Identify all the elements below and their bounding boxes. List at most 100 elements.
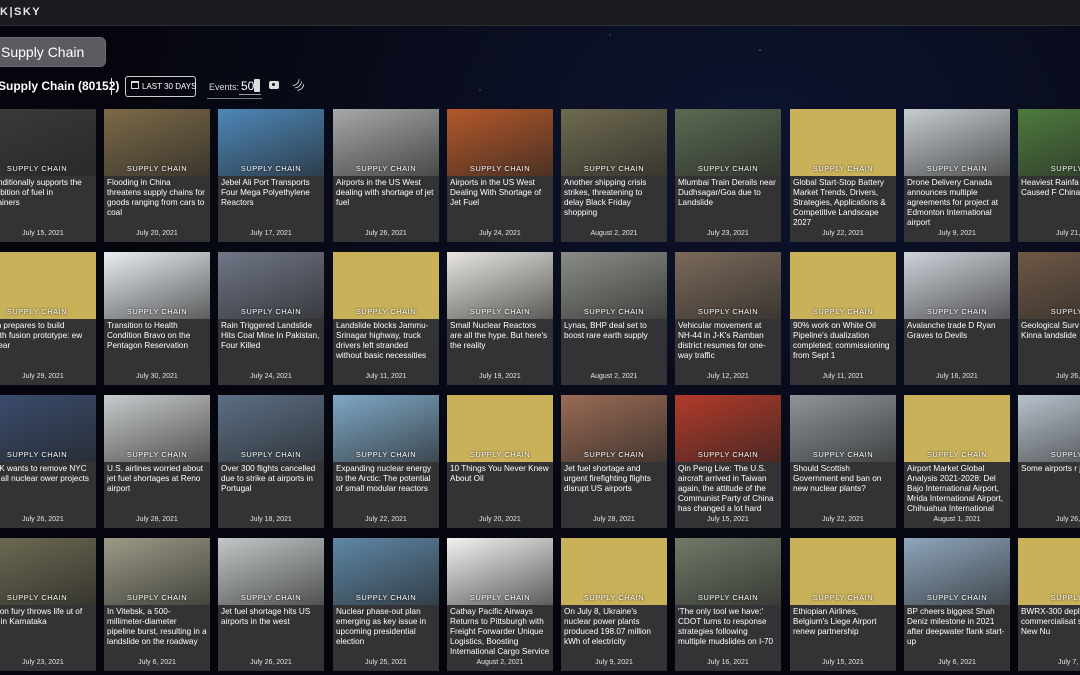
news-card[interactable]: SUPPLY CHAIN Avalanche trade D Ryan Grave… xyxy=(904,252,1010,385)
news-title[interactable]: Nuclear phase-out plan emerging as key i… xyxy=(336,607,436,647)
news-card[interactable]: SUPPLY CHAIN 90% work on White Oil Pipeli… xyxy=(790,252,896,385)
section-button[interactable]: Supply Chain xyxy=(0,37,106,67)
news-card[interactable]: SUPPLY CHAIN On July 8, Ukraine's nuclear… xyxy=(561,538,667,671)
news-card[interactable]: SUPPLY CHAIN Should Scottish Government e… xyxy=(790,395,896,528)
news-date: July 22, 2021 xyxy=(822,230,864,237)
news-card[interactable]: SUPPLY CHAIN he UK wants to remove NYC fr… xyxy=(0,395,96,528)
events-count-value: 50 xyxy=(241,79,255,93)
news-card[interactable]: SUPPLY CHAIN BP cheers biggest Shah Deniz… xyxy=(904,538,1010,671)
news-title[interactable]: Jet fuel shortage and urgent firefightin… xyxy=(564,464,664,494)
news-title[interactable]: he UK wants to remove NYC from all nucle… xyxy=(0,464,90,484)
news-title[interactable]: A conditionally supports the prohibition… xyxy=(0,178,90,208)
news-date: July 6, 2021 xyxy=(138,659,176,666)
news-title[interactable]: Mlumbai Train Derails near Dudhsagar/Goa… xyxy=(678,178,778,208)
news-title[interactable]: Airports in the US West Dealing With Sho… xyxy=(450,178,550,208)
news-title[interactable]: Qin Peng Live: The U.S. aircraft arrived… xyxy=(678,464,778,514)
news-title[interactable]: Flooding in China threatens supply chain… xyxy=(107,178,207,218)
news-title[interactable]: Ethiopian Airlines, Belgium's Liege Airp… xyxy=(793,607,893,637)
news-title[interactable]: 90% work on White Oil Pipeline's dualiza… xyxy=(793,321,893,361)
news-title[interactable]: U.S. airlines worried about jet fuel sho… xyxy=(107,464,207,494)
news-card[interactable]: SUPPLY CHAIN Landslide blocks Jammu-Srina… xyxy=(333,252,439,385)
news-card[interactable]: SUPPLY CHAIN onsoon fury throws life ut o… xyxy=(0,538,96,671)
news-card[interactable]: SUPPLY CHAIN 10 Things You Never Knew Abo… xyxy=(447,395,553,528)
news-card[interactable]: SUPPLY CHAIN Jebel Ali Port Transports Fo… xyxy=(218,109,324,242)
news-title[interactable]: Transition to Health Condition Bravo on … xyxy=(107,321,207,351)
events-count-input[interactable]: 50 xyxy=(239,78,261,95)
toolbar-divider xyxy=(111,78,112,95)
news-title[interactable]: Heaviest Rainfa Years Caused F China's H… xyxy=(1021,178,1080,198)
news-title[interactable]: Geological Surv to inspect Kinna landsli… xyxy=(1021,321,1080,341)
news-card[interactable]: SUPPLY CHAIN Cathay Pacific Airways Retur… xyxy=(447,538,553,671)
news-title[interactable]: 'The only tool we have:' CDOT turns to r… xyxy=(678,607,778,647)
news-date: July 16, 2021 xyxy=(707,659,749,666)
news-card[interactable]: SUPPLY C Geological Surv to inspect Kinna… xyxy=(1018,252,1080,385)
news-card[interactable]: SUPPLY CHAIN Nuclear phase-out plan emerg… xyxy=(333,538,439,671)
news-title[interactable]: BP cheers biggest Shah Deniz milestone i… xyxy=(907,607,1007,647)
news-card[interactable]: SUPPLY CHAIN In Vitebsk, a 500-millimeter… xyxy=(104,538,210,671)
news-card[interactable]: SUPPLY CHAIN Over 300 flights cancelled d… xyxy=(218,395,324,528)
news-title[interactable]: 10 Things You Never Knew About Oil xyxy=(450,464,550,484)
news-card[interactable]: SUPPLY CHAIN Mlumbai Train Derails near D… xyxy=(675,109,781,242)
news-card[interactable]: SUPPLY CHAIN Ethiopian Airlines, Belgium'… xyxy=(790,538,896,671)
news-title[interactable]: Some airports r jet fuel xyxy=(1021,464,1080,474)
news-card[interactable]: SUPPLY CHAIN Jet fuel shortage hits US ai… xyxy=(218,538,324,671)
news-title[interactable]: BWRX-300 deplo commercialisat signed: Ne… xyxy=(1021,607,1080,637)
news-card[interactable]: SUPPLY CHAIN Qin Peng Live: The U.S. airc… xyxy=(675,395,781,528)
news-card[interactable]: SUPPLY CHAIN Drone Delivery Canada announ… xyxy=(904,109,1010,242)
news-title[interactable]: onsoon fury throws life ut of gear in Ka… xyxy=(0,607,90,627)
news-title[interactable]: lelion prepares to build eventh fusion p… xyxy=(0,321,90,351)
news-card[interactable]: SUPPLY CHAIN Another shipping crisis stri… xyxy=(561,109,667,242)
news-card[interactable]: SUPPLY CHAIN A conditionally supports the… xyxy=(0,109,96,242)
news-card[interactable]: SUPPLY CHAIN Expanding nuclear energy to … xyxy=(333,395,439,528)
news-title[interactable]: Lynas, BHP deal set to boost rare earth … xyxy=(564,321,664,341)
rss-icon[interactable]: ))) xyxy=(292,78,307,93)
news-date: July 21, 2 xyxy=(1056,230,1080,237)
news-title[interactable]: Rain Triggered Landslide Hits Coal Mine … xyxy=(221,321,321,351)
news-card[interactable]: SUPPLY CHAIN Rain Triggered Landslide Hit… xyxy=(218,252,324,385)
news-card[interactable]: SUPPLY CHAIN Flooding in China threatens … xyxy=(104,109,210,242)
news-card[interactable]: SUPPLY CHAIN Small Nuclear Reactors are a… xyxy=(447,252,553,385)
news-card[interactable]: SUPPLY CHAIN Jet fuel shortage and urgent… xyxy=(561,395,667,528)
news-card[interactable]: SUPPLY CHAIN Global Start-Stop Battery Ma… xyxy=(790,109,896,242)
toolbar: Supply Chain (80152) LAST 30 DAYS Events… xyxy=(0,76,400,99)
news-card[interactable]: SUPPLY CHAIN Airports in the US West deal… xyxy=(333,109,439,242)
news-title[interactable]: Landslide blocks Jammu-Srinagar highway,… xyxy=(336,321,436,361)
news-title[interactable]: Expanding nuclear energy to the Arctic: … xyxy=(336,464,436,494)
category-label: SUPPLY CHAIN xyxy=(469,450,531,459)
news-card[interactable]: SUPPLY CHAIN Lynas, BHP deal set to boost… xyxy=(561,252,667,385)
news-title[interactable]: Drone Delivery Canada announces multiple… xyxy=(907,178,1007,228)
news-title[interactable]: Small Nuclear Reactors are all the hype.… xyxy=(450,321,550,351)
camera-icon[interactable] xyxy=(269,81,279,89)
news-title[interactable]: Global Start-Stop Battery Market Trends,… xyxy=(793,178,893,228)
date-range-label: LAST 30 DAYS xyxy=(142,82,197,91)
news-title[interactable]: Cathay Pacific Airways Returns to Pittsb… xyxy=(450,607,550,657)
news-card[interactable]: SUPPLY C Some airports r jet fuel July 26,… xyxy=(1018,395,1080,528)
news-title[interactable]: Over 300 flights cancelled due to strike… xyxy=(221,464,321,494)
news-title[interactable]: Airport Market Global Analysis 2021-2028… xyxy=(907,464,1007,514)
news-title[interactable]: Should Scottish Government end ban on ne… xyxy=(793,464,893,494)
news-card[interactable]: SUPPLY CHAIN U.S. airlines worried about … xyxy=(104,395,210,528)
news-card[interactable]: SUPPLY CHAIN Transition to Health Conditi… xyxy=(104,252,210,385)
news-title[interactable]: Another shipping crisis strikes, threate… xyxy=(564,178,664,218)
news-card[interactable]: SUPPLY CHAIN lelion prepares to build eve… xyxy=(0,252,96,385)
news-card[interactable]: SUPPLY CHAIN Airports in the US West Deal… xyxy=(447,109,553,242)
app-logo[interactable]: K|SKY xyxy=(0,6,41,18)
news-card[interactable]: SUPPLY CHAIN Airport Market Global Analys… xyxy=(904,395,1010,528)
category-label: SUPPLY CHAIN xyxy=(812,307,874,316)
news-card[interactable]: SUPPLY CHAIN Vehicular movement at NH-44 … xyxy=(675,252,781,385)
news-title[interactable]: Jebel Ali Port Transports Four Mega Poly… xyxy=(221,178,321,208)
news-card[interactable]: SUPPLY CHAIN 'The only tool we have:' CDO… xyxy=(675,538,781,671)
news-card[interactable]: SUPPLY C BWRX-300 deplo commercialisat si… xyxy=(1018,538,1080,671)
news-title[interactable]: Jet fuel shortage hits US airports in th… xyxy=(221,607,321,627)
date-range-button[interactable]: LAST 30 DAYS xyxy=(125,76,196,97)
news-card[interactable]: SUPPLY C Heaviest Rainfa Years Caused F C… xyxy=(1018,109,1080,242)
news-title[interactable]: Avalanche trade D Ryan Graves to Devils xyxy=(907,321,1007,341)
category-label: SUPPLY CHAIN xyxy=(926,164,988,173)
news-title[interactable]: Vehicular movement at NH-44 in J-K's Ram… xyxy=(678,321,778,361)
news-title[interactable]: Airports in the US West dealing with sho… xyxy=(336,178,436,208)
news-title[interactable]: In Vitebsk, a 500-millimeter-diameter pi… xyxy=(107,607,207,647)
news-date: July 26, 2021 xyxy=(365,230,407,237)
events-stepper[interactable] xyxy=(254,79,260,92)
category-label: SUPPLY CHAIN xyxy=(240,593,302,602)
news-title[interactable]: On July 8, Ukraine's nuclear power plant… xyxy=(564,607,664,647)
